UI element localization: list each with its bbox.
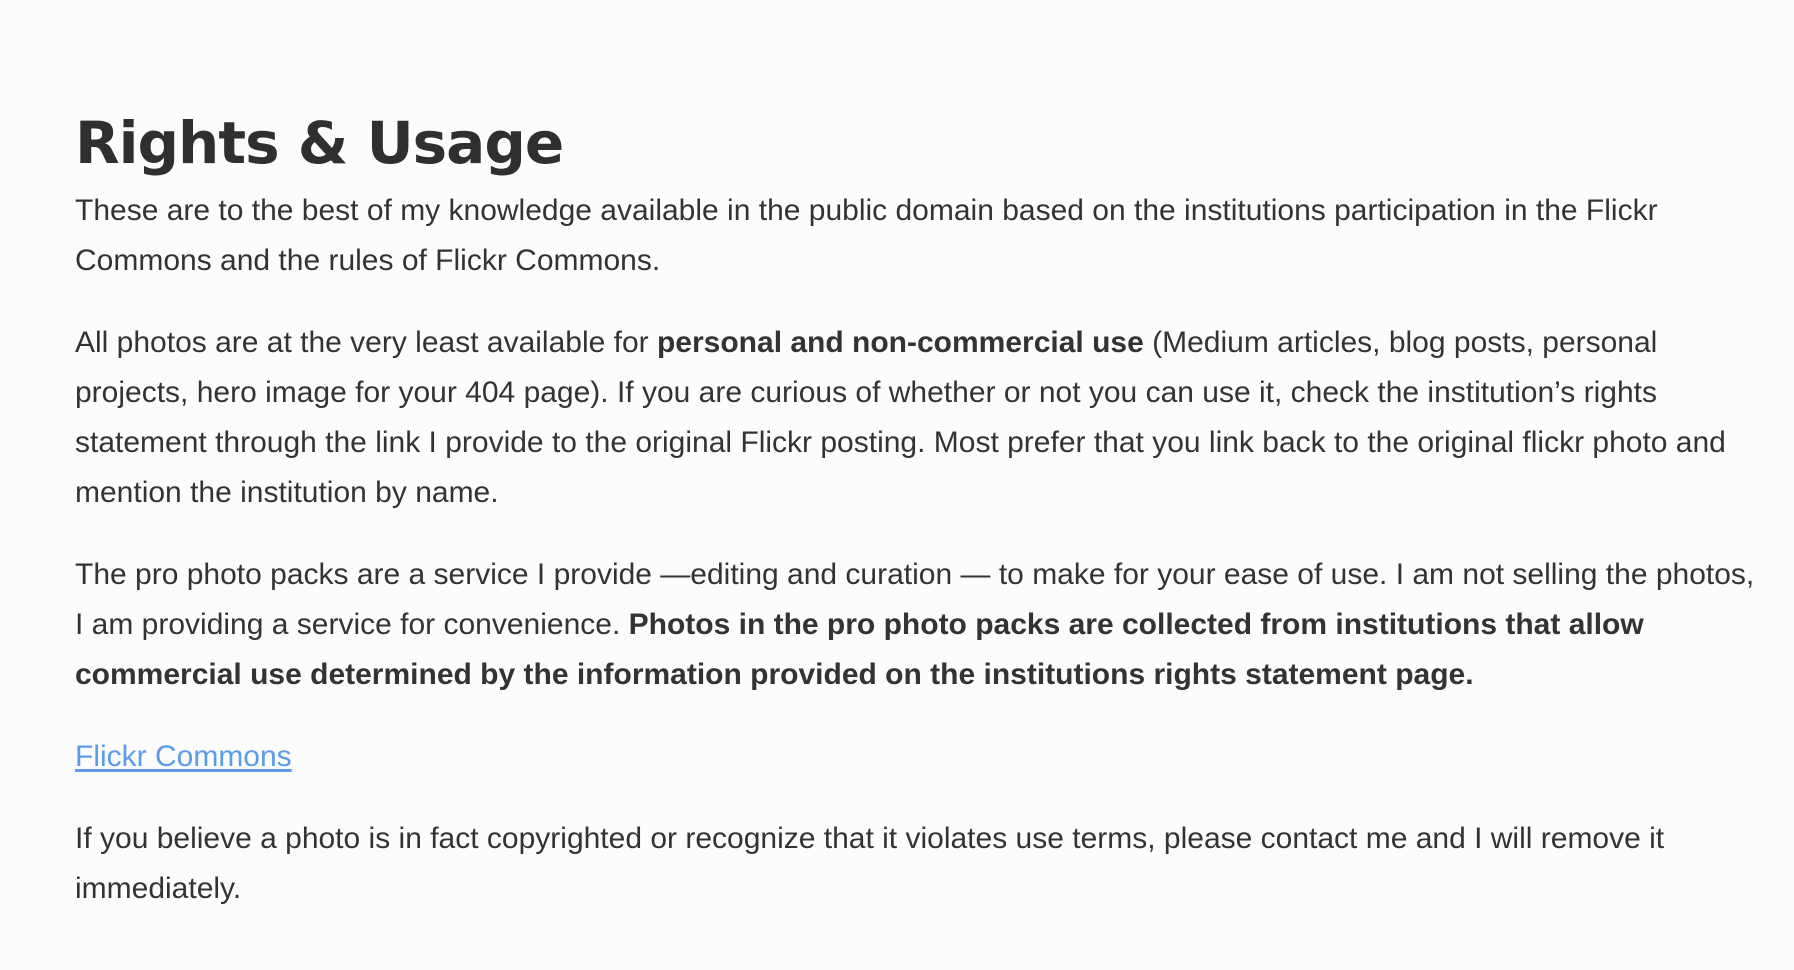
article-content: Rights & Usage These are to the best of … (75, 110, 1755, 946)
link-paragraph: Flickr Commons (75, 732, 1755, 782)
flickr-commons-link[interactable]: Flickr Commons (75, 740, 292, 773)
personal-use-emphasis: personal and non-commercial use (656, 326, 1144, 359)
paragraph-copyright-contact: If you believe a photo is in fact copyri… (75, 822, 1665, 905)
paragraph-personal-use: All photos are at the very least availab… (75, 318, 1755, 518)
paragraph-public-domain: These are to the best of my knowledge av… (75, 194, 1658, 277)
paragraph-personal-use-intro: All photos are at the very least availab… (75, 326, 657, 359)
page-title: Rights & Usage (75, 109, 564, 177)
paragraph-pro-packs: The pro photo packs are a service I prov… (75, 550, 1755, 700)
